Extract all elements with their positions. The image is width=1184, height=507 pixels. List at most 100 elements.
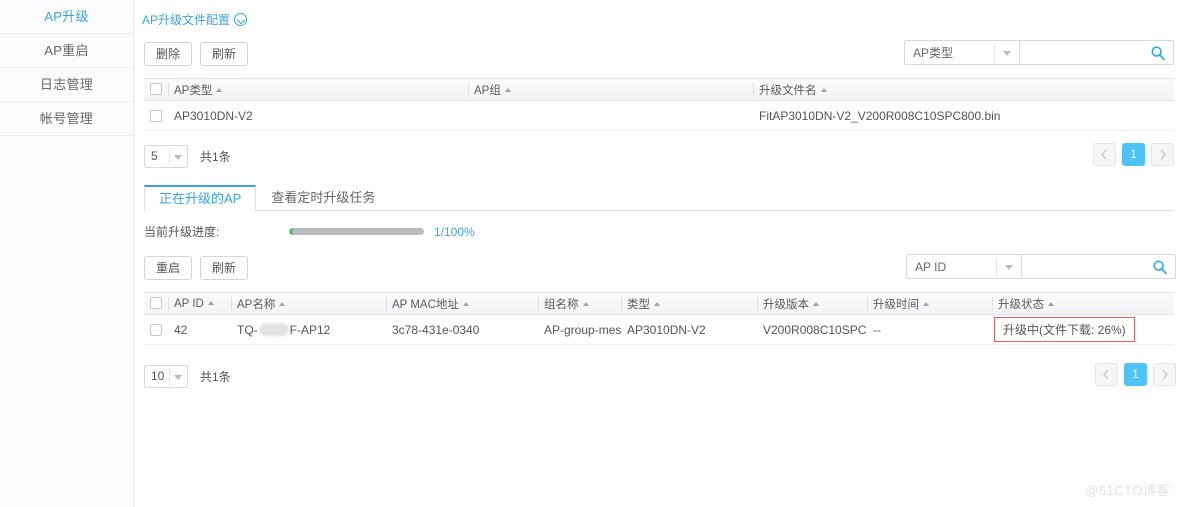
sidebar-item-account-management[interactable]: 帐号管理: [0, 102, 133, 136]
cell-ap-type: AP3010DN-V2: [168, 100, 468, 131]
column-header-upgrade-file-name[interactable]: 升级文件名: [753, 78, 1174, 101]
divider: [169, 367, 170, 386]
sort-asc-icon: [654, 302, 660, 307]
sidebar-item-ap-restart[interactable]: AP重启: [0, 34, 133, 68]
file-page-size-select[interactable]: 5: [144, 144, 188, 168]
redacted-text-icon: [258, 322, 289, 336]
select-all-header: [144, 78, 168, 101]
row-select-cell: [144, 100, 168, 131]
cell-ap-mac: 3c78-431e-0340: [386, 314, 538, 345]
table-row[interactable]: 42 TQ- F-AP12 3c78-431e-0340 AP-group-mes…: [144, 314, 1174, 345]
breadcrumb-label[interactable]: AP升级文件配置: [142, 11, 230, 28]
table-header-row: AP类型 AP组 升级文件名: [144, 78, 1174, 101]
sidebar-item-log-management[interactable]: 日志管理: [0, 68, 133, 102]
column-label: AP ID: [174, 297, 204, 310]
ap-pager: 10 共1条 1: [144, 359, 1176, 393]
ap-refresh-button[interactable]: 刷新: [200, 256, 249, 280]
column-header-ap-group[interactable]: AP组: [468, 78, 753, 101]
table-row[interactable]: AP3010DN-V2 FitAP3010DN-V2_V200R008C10SP…: [144, 100, 1174, 131]
ap-search-bar: AP ID: [906, 254, 1176, 279]
refresh-button[interactable]: 刷新: [200, 42, 249, 66]
tab-scheduled-upgrade-tasks[interactable]: 查看定时升级任务: [256, 185, 390, 211]
sort-asc-icon: [279, 302, 286, 307]
sidebar-item-label: 帐号管理: [39, 111, 94, 126]
ap-page-size-select[interactable]: 10: [144, 364, 188, 388]
breadcrumb: AP升级文件配置: [134, 0, 1184, 28]
upgrade-progress: 当前升级进度: 1/100%: [144, 223, 1174, 240]
row-checkbox[interactable]: [150, 324, 162, 337]
ap-search-field-select[interactable]: AP ID: [906, 254, 1021, 279]
main-content: AP升级文件配置 删除 刷新 AP类型 AP类型 AP组 升级文件名 AP301…: [134, 0, 1184, 507]
search-icon[interactable]: [1152, 259, 1168, 275]
page-1-button[interactable]: 1: [1124, 363, 1147, 386]
column-label: 类型: [627, 298, 650, 311]
column-header-upgrade-version[interactable]: 升级版本: [757, 292, 867, 315]
column-header-ap-mac[interactable]: AP MAC地址: [386, 292, 538, 315]
prev-page-button[interactable]: [1093, 143, 1116, 166]
cell-upgrade-version: V200R008C10SPC800: [757, 314, 867, 345]
column-header-ap-id[interactable]: AP ID: [168, 292, 231, 315]
file-page-size-value: 5: [151, 149, 158, 163]
row-checkbox[interactable]: [150, 110, 162, 123]
sidebar-item-label: AP升级: [44, 9, 89, 24]
ap-name-prefix: TQ-: [237, 322, 258, 337]
column-label: AP组: [474, 84, 501, 97]
sidebar-item-label: AP重启: [44, 43, 89, 58]
search-icon[interactable]: [1150, 45, 1166, 61]
ap-search-input-wrap: [1021, 254, 1176, 279]
select-all-checkbox[interactable]: [150, 83, 162, 96]
ap-name-suffix: F-AP12: [289, 322, 331, 337]
delete-button[interactable]: 删除: [144, 42, 193, 66]
ap-total-count: 共1条: [200, 369, 231, 384]
upgrading-ap-table: AP ID AP名称 AP MAC地址 组名称 类型 升级版本 升级时间 升级状…: [144, 292, 1174, 345]
sort-asc-icon: [923, 302, 929, 307]
file-search-field-label: AP类型: [913, 46, 954, 60]
prev-page-button[interactable]: [1095, 363, 1118, 386]
divider: [994, 44, 995, 63]
app-root: AP升级 AP重启 日志管理 帐号管理 AP升级文件配置 删除 刷新 AP类型: [0, 0, 1184, 507]
file-search-input-wrap: [1019, 40, 1174, 65]
ap-toolbar: 重启 刷新 AP ID: [144, 252, 1176, 284]
cell-upgrade-status: 升级中(文件下载: 26%): [992, 314, 1174, 345]
tab-upgrading-ap[interactable]: 正在升级的AP: [144, 185, 257, 211]
status-badge: 升级中(文件下载: 26%): [994, 317, 1135, 342]
ap-search-input[interactable]: [1022, 255, 1148, 278]
divider: [996, 258, 997, 277]
sidebar-item-ap-upgrade[interactable]: AP升级: [0, 0, 133, 34]
cell-upgrade-time: --: [867, 314, 992, 345]
page-1-button[interactable]: 1: [1122, 143, 1145, 166]
upgrade-file-table: AP类型 AP组 升级文件名 AP3010DN-V2 FitAP3010DN-V…: [144, 78, 1174, 131]
sort-asc-icon: [216, 88, 223, 93]
file-page-buttons: 1: [1093, 143, 1174, 166]
cell-ap-name: TQ- F-AP12: [231, 314, 386, 345]
column-header-ap-name[interactable]: AP名称: [231, 292, 386, 315]
cell-type: AP3010DN-V2: [621, 314, 757, 345]
column-label: AP MAC地址: [392, 298, 459, 311]
ap-search-field-label: AP ID: [915, 259, 947, 274]
column-header-group-name[interactable]: 组名称: [538, 292, 621, 315]
table-header-row: AP ID AP名称 AP MAC地址 组名称 类型 升级版本 升级时间 升级状…: [144, 292, 1174, 315]
restart-button[interactable]: 重启: [144, 256, 193, 280]
column-label: 升级时间: [873, 298, 919, 311]
section-tabs: 正在升级的AP 查看定时升级任务: [144, 185, 1174, 211]
file-search-bar: AP类型: [904, 40, 1174, 65]
column-header-ap-type[interactable]: AP类型: [168, 78, 468, 101]
next-page-button[interactable]: [1153, 363, 1176, 386]
file-search-field-select[interactable]: AP类型: [904, 40, 1019, 65]
chevron-down-circle-icon[interactable]: [234, 13, 248, 26]
column-header-type[interactable]: 类型: [621, 292, 757, 315]
column-header-upgrade-time[interactable]: 升级时间: [867, 292, 992, 315]
file-search-input[interactable]: [1020, 41, 1146, 64]
select-all-header: [144, 292, 168, 315]
sort-asc-icon: [504, 88, 511, 93]
chevron-down-icon: [1005, 265, 1013, 270]
file-pager: 5 共1条 1: [144, 139, 1174, 173]
sort-asc-icon: [462, 302, 469, 307]
cell-upgrade-file-name: FitAP3010DN-V2_V200R008C10SPC800.bin: [753, 100, 1174, 131]
file-total-count: 共1条: [200, 149, 231, 164]
divider: [169, 147, 170, 166]
sort-asc-icon: [582, 302, 589, 307]
column-header-upgrade-status[interactable]: 升级状态: [992, 292, 1174, 315]
next-page-button[interactable]: [1151, 143, 1174, 166]
select-all-checkbox[interactable]: [150, 297, 162, 310]
